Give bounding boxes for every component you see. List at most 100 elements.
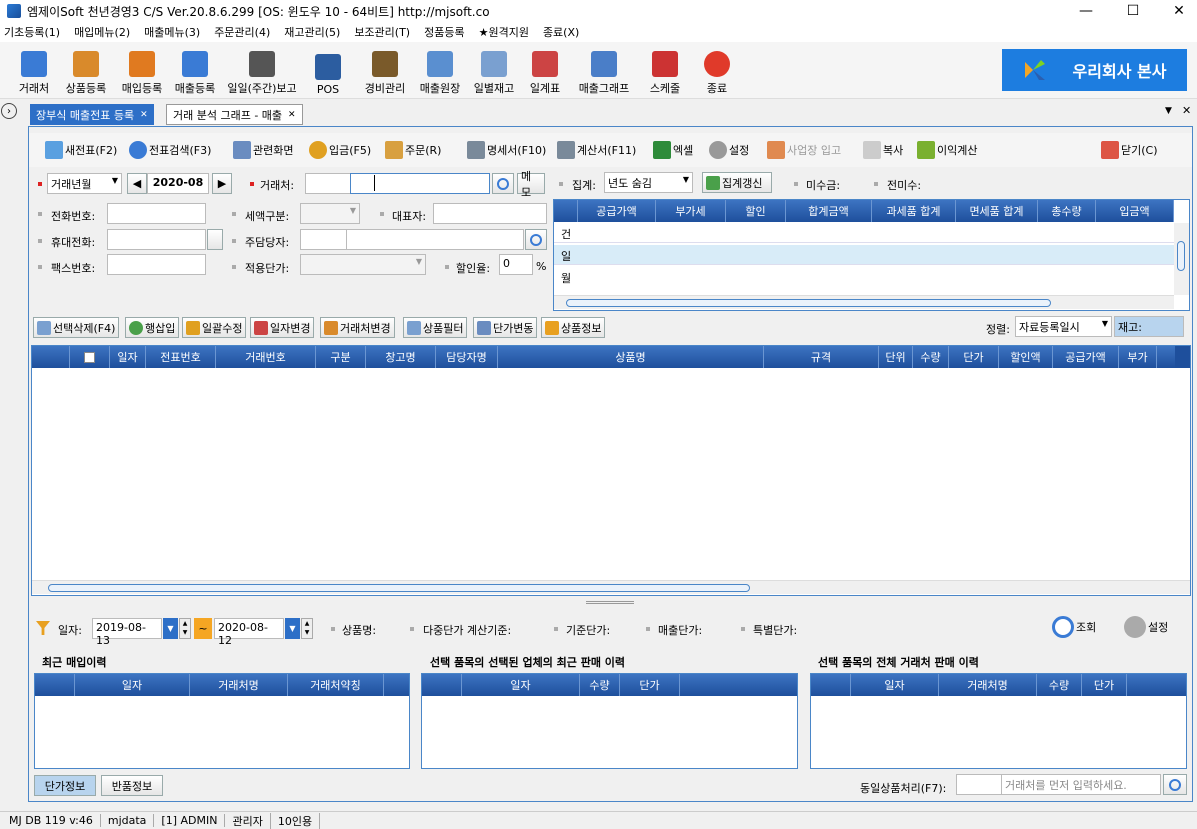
date-to-spinner[interactable]: ▲ ▼ xyxy=(301,618,313,639)
price-change-button[interactable]: 단가변동 xyxy=(473,317,538,338)
sidebar-toggle-icon[interactable]: › xyxy=(1,103,17,119)
menu-exit[interactable]: 종료(X) xyxy=(543,24,579,40)
product-filter-button[interactable]: 상품필터 xyxy=(403,317,468,338)
history-settings-button[interactable]: 설정 xyxy=(1124,614,1168,640)
col-supply[interactable]: 공급가액 xyxy=(578,200,656,222)
horizontal-scrollbar[interactable] xyxy=(32,580,1190,594)
close-button[interactable]: ✕ xyxy=(1156,0,1197,22)
col-vat[interactable]: 부가세 xyxy=(656,200,726,222)
col-date[interactable]: 일자 xyxy=(110,346,146,368)
col-client-alias[interactable]: 거래처약칭 xyxy=(288,674,384,696)
mobile-input[interactable] xyxy=(107,229,206,250)
col-warehouse[interactable]: 창고명 xyxy=(366,346,436,368)
discount-input[interactable]: 0 xyxy=(499,254,533,275)
col-price[interactable]: 단가 xyxy=(620,674,680,696)
col-type[interactable]: 구분 xyxy=(316,346,366,368)
settings-button[interactable]: 설정 xyxy=(709,137,749,163)
new-slip-button[interactable]: 새전표(F2) xyxy=(45,137,117,163)
menu-basic[interactable]: 기초등록(1) xyxy=(4,24,60,40)
col-slip-no[interactable]: 전표번호 xyxy=(146,346,216,368)
tab-sales-slip[interactable]: 장부식 매출전표 등록 ✕ xyxy=(30,104,154,125)
toolbar-daily-stock-button[interactable]: 일별재고 xyxy=(468,46,520,96)
toolbar-daily-sheet-button[interactable]: 일계표 xyxy=(525,46,565,96)
date-from-dropdown[interactable]: ▼ xyxy=(163,618,178,639)
change-date-button[interactable]: 일자변경 xyxy=(250,317,315,338)
col-unit[interactable]: 단위 xyxy=(879,346,913,368)
client-name-input[interactable] xyxy=(350,173,490,194)
same-product-search-button[interactable] xyxy=(1163,774,1187,795)
maximize-button[interactable]: ☐ xyxy=(1110,0,1156,22)
profit-calc-button[interactable]: 이익계산 xyxy=(917,137,977,163)
tab-dropdown-icon[interactable]: ▼ xyxy=(1165,106,1172,116)
toolbar-product-button[interactable]: 상품등록 xyxy=(60,46,112,96)
col-qty[interactable]: 총수량 xyxy=(1038,200,1096,222)
period-value[interactable]: 2020-08 xyxy=(147,173,209,194)
menu-orders[interactable]: 주문관리(4) xyxy=(214,24,270,40)
minimize-button[interactable]: — xyxy=(1063,0,1109,22)
statement-button[interactable]: 명세서(F10) xyxy=(467,137,546,163)
col-client-name[interactable]: 거래처명 xyxy=(190,674,288,696)
horizontal-scrollbar[interactable] xyxy=(554,295,1174,309)
related-screen-button[interactable]: 관련화면 xyxy=(233,137,293,163)
menu-purchase[interactable]: 매입메뉴(2) xyxy=(74,24,130,40)
tab-return-info[interactable]: 반품정보 xyxy=(101,775,163,796)
col-select-checkbox[interactable] xyxy=(70,346,110,368)
col-date[interactable]: 일자 xyxy=(851,674,939,696)
client-code-input[interactable] xyxy=(305,173,351,194)
copy-button[interactable]: 복사 xyxy=(863,137,903,163)
phone-input[interactable] xyxy=(107,203,206,224)
history-search-button[interactable]: 조회 xyxy=(1052,614,1096,640)
date-from-input[interactable]: 2019-08-13 xyxy=(92,618,162,647)
phone-book-button[interactable] xyxy=(207,229,223,250)
bulk-edit-button[interactable]: 일괄수정 xyxy=(182,317,247,338)
same-product-name-input[interactable]: 거래처를 먼저 입력하세요. xyxy=(1001,774,1161,795)
toolbar-schedule-button[interactable]: 스케줄 xyxy=(645,46,685,96)
manager-search-button[interactable] xyxy=(525,229,547,250)
col-manager[interactable]: 담당자명 xyxy=(436,346,498,368)
tax-type-select[interactable]: ▼ xyxy=(300,203,360,224)
same-product-code-input[interactable] xyxy=(956,774,1002,795)
prev-month-button[interactable]: ◀ xyxy=(127,173,147,194)
col-taxable[interactable]: 과세품 합계 xyxy=(872,200,956,222)
splitter-handle[interactable] xyxy=(586,601,634,604)
col-product[interactable]: 상품명 xyxy=(498,346,764,368)
menu-license[interactable]: 정품등록 xyxy=(424,24,464,40)
menu-remote[interactable]: ★원격지원 xyxy=(479,24,529,40)
col-total[interactable]: 합계금액 xyxy=(786,200,872,222)
close-slip-button[interactable]: 닫기(C) xyxy=(1101,137,1158,163)
menu-aux[interactable]: 보조관리(T) xyxy=(354,24,410,40)
manager-name-input[interactable] xyxy=(346,229,524,250)
col-qty[interactable]: 수량 xyxy=(580,674,620,696)
insert-row-button[interactable]: 행삽입 xyxy=(125,317,180,338)
order-button[interactable]: 주문(R) xyxy=(385,137,441,163)
col-price[interactable]: 단가 xyxy=(949,346,999,368)
col-qty[interactable]: 수량 xyxy=(1037,674,1082,696)
agg-refresh-button[interactable]: 집계갱신 xyxy=(702,172,772,193)
memo-button[interactable]: 메모 xyxy=(517,170,545,199)
toolbar-exit-button[interactable]: 종료 xyxy=(700,46,734,96)
fax-input[interactable] xyxy=(107,254,206,275)
next-month-button[interactable]: ▶ xyxy=(212,173,232,194)
ceo-input[interactable] xyxy=(433,203,547,224)
menu-inventory[interactable]: 재고관리(5) xyxy=(284,24,340,40)
toolbar-sales-graph-button[interactable]: 매출그래프 xyxy=(573,46,635,96)
col-supply-amount[interactable]: 공급가액 xyxy=(1053,346,1119,368)
price-type-select[interactable]: ▼ xyxy=(300,254,426,275)
tab-analysis-graph[interactable]: 거래 분석 그래프 - 매출 ✕ xyxy=(166,104,303,125)
agg-select[interactable]: 년도 숨김 ▼ xyxy=(604,172,693,193)
tab-price-info[interactable]: 단가정보 xyxy=(34,775,96,796)
toolbar-expense-button[interactable]: 경비관리 xyxy=(360,46,410,96)
slip-search-button[interactable]: 전표검색(F3) xyxy=(129,137,211,163)
invoice-button[interactable]: 계산서(F11) xyxy=(557,137,636,163)
menu-sales[interactable]: 매출메뉴(3) xyxy=(144,24,200,40)
tab-close-icon[interactable]: ✕ xyxy=(288,110,296,120)
toolbar-sales-button[interactable]: 매출등록 xyxy=(170,46,220,96)
manager-code-input[interactable] xyxy=(300,229,347,250)
product-info-button[interactable]: 상품정보 xyxy=(541,317,606,338)
toolbar-report-button[interactable]: 일일(주간)보고 xyxy=(222,46,302,96)
col-discount[interactable]: 할인 xyxy=(726,200,786,222)
col-spec[interactable]: 규격 xyxy=(764,346,879,368)
toolbar-ledger-button[interactable]: 매출원장 xyxy=(414,46,466,96)
col-date[interactable]: 일자 xyxy=(462,674,580,696)
col-price[interactable]: 단가 xyxy=(1082,674,1127,696)
